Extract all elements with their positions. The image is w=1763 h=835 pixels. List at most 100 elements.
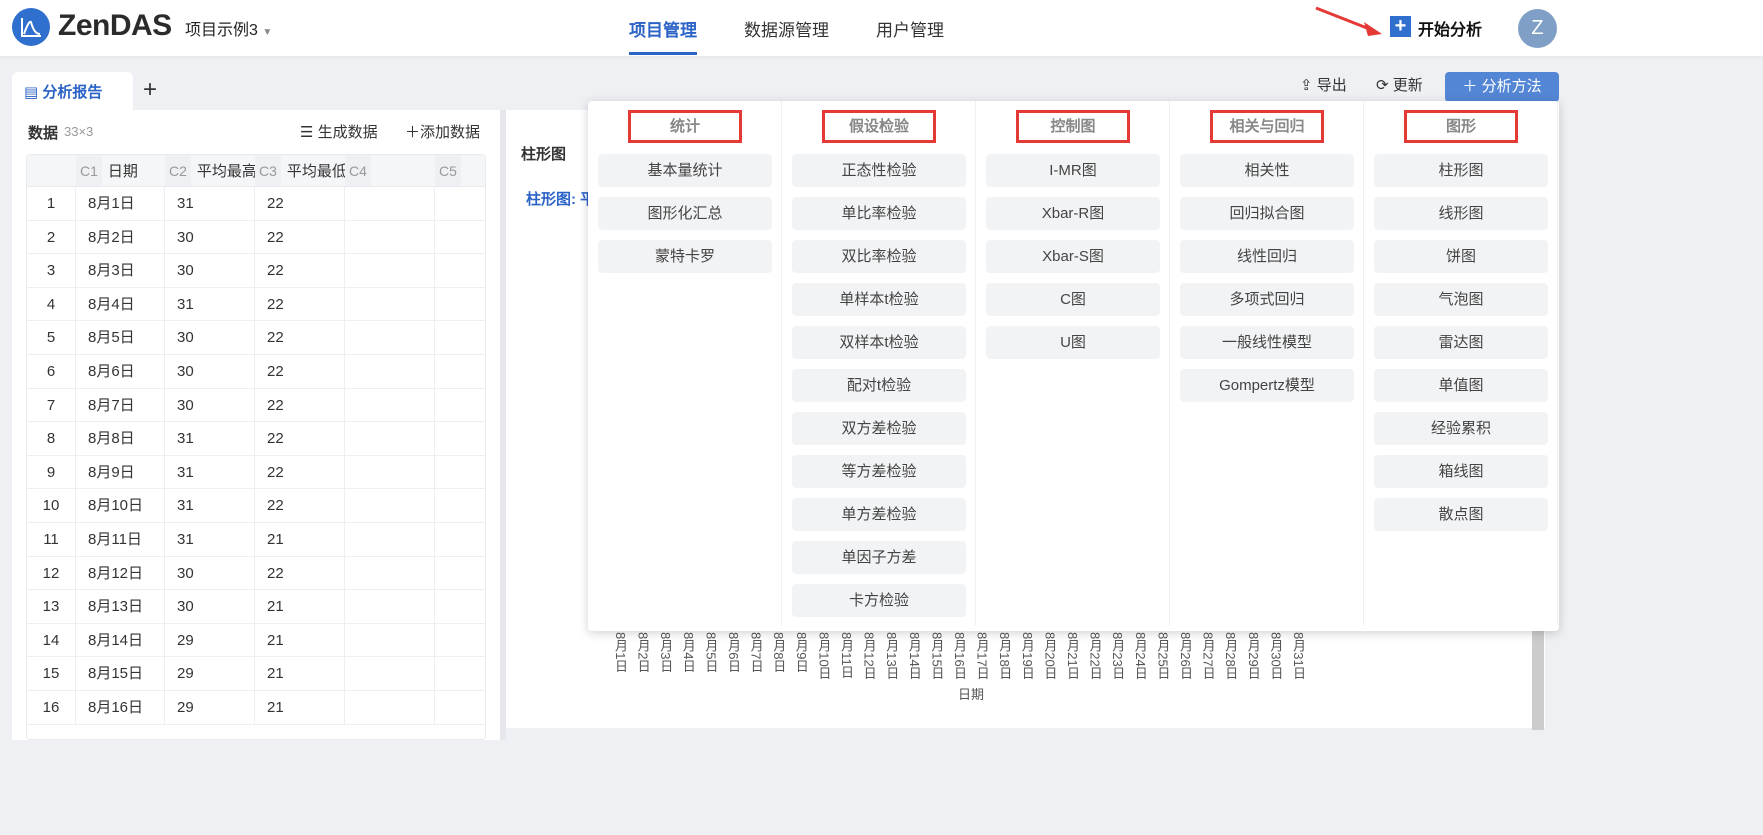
table-cell[interactable]: 8月5日 — [76, 321, 165, 355]
table-cell[interactable]: 21 — [255, 657, 345, 691]
table-cell[interactable]: 30 — [165, 254, 255, 288]
table-cell[interactable] — [345, 657, 435, 691]
menu-item[interactable]: 图形化汇总 — [598, 197, 772, 230]
table-cell[interactable]: 8月15日 — [76, 657, 165, 691]
table-cell[interactable]: 8月7日 — [76, 388, 165, 423]
table-cell[interactable] — [435, 624, 485, 658]
table-cell[interactable]: 8月13日 — [76, 590, 165, 624]
table-cell[interactable] — [435, 254, 485, 288]
table-cell[interactable] — [345, 422, 435, 456]
table-cell[interactable]: 30 — [165, 321, 255, 355]
table-cell[interactable]: 29 — [165, 657, 255, 691]
table-cell[interactable] — [345, 489, 435, 523]
table-cell[interactable]: 30 — [165, 355, 255, 389]
column-header[interactable]: C1 日期 — [76, 155, 165, 187]
table-cell[interactable]: 22 — [255, 489, 345, 523]
table-cell[interactable] — [435, 355, 485, 389]
table-cell[interactable] — [435, 456, 485, 490]
table-cell[interactable]: 8月1日 — [76, 187, 165, 221]
add-tab-button[interactable]: + — [143, 76, 157, 104]
table-cell[interactable]: 21 — [255, 590, 345, 624]
table-cell[interactable] — [435, 691, 485, 725]
menu-item[interactable]: Xbar-S图 — [986, 240, 1160, 273]
table-cell[interactable]: 30 — [165, 590, 255, 624]
table-cell[interactable] — [345, 321, 435, 355]
table-cell[interactable]: 22 — [255, 556, 345, 591]
table-cell[interactable] — [345, 254, 435, 288]
table-cell[interactable]: 22 — [255, 388, 345, 423]
column-header[interactable]: C2 平均最高 — [165, 155, 255, 187]
table-cell[interactable]: 31 — [165, 455, 255, 490]
column-header[interactable]: C5 — [435, 155, 485, 187]
tab-analysis-report[interactable]: ▤ 分析报告 — [12, 72, 133, 112]
table-cell[interactable]: 31 — [165, 422, 255, 456]
table-cell[interactable] — [435, 523, 485, 557]
table-cell[interactable] — [345, 523, 435, 557]
menu-item[interactable]: 基本量统计 — [598, 154, 772, 187]
menu-item[interactable]: 配对t检验 — [792, 369, 966, 402]
menu-item[interactable]: 单比率检验 — [792, 197, 966, 230]
menu-item[interactable]: 蒙特卡罗 — [598, 240, 772, 273]
table-cell[interactable] — [345, 691, 435, 725]
table-cell[interactable]: 8月14日 — [76, 623, 165, 658]
table-cell[interactable] — [345, 590, 435, 624]
table-cell[interactable] — [435, 657, 485, 691]
table-cell[interactable]: 8月4日 — [76, 287, 165, 322]
refresh-button[interactable]: ⟳ 更新 — [1376, 74, 1423, 95]
menu-item[interactable]: 饼图 — [1374, 240, 1548, 273]
menu-item[interactable]: 正态性检验 — [792, 154, 966, 187]
menu-item[interactable]: Xbar-R图 — [986, 197, 1160, 230]
table-cell[interactable]: 22 — [255, 254, 345, 288]
menu-item[interactable]: 雷达图 — [1374, 326, 1548, 359]
table-cell[interactable] — [435, 389, 485, 423]
table-cell[interactable]: 8月11日 — [76, 523, 165, 557]
table-cell[interactable]: 31 — [165, 523, 255, 557]
column-header[interactable]: C4 — [345, 155, 435, 187]
table-cell[interactable]: 22 — [255, 455, 345, 490]
column-header[interactable]: C3 平均最低 — [255, 155, 345, 187]
menu-item[interactable]: 线性回归 — [1180, 240, 1354, 273]
table-cell[interactable]: 8月16日 — [76, 691, 165, 725]
table-cell[interactable] — [435, 187, 485, 221]
table-cell[interactable] — [345, 187, 435, 221]
nav-user-management[interactable]: 用户管理 — [876, 16, 944, 41]
menu-item[interactable]: I-MR图 — [986, 154, 1160, 187]
table-cell[interactable]: 21 — [255, 691, 345, 725]
menu-item[interactable]: 柱形图 — [1374, 154, 1548, 187]
project-selector[interactable]: 项目示例3 ▼ — [185, 16, 272, 40]
table-cell[interactable]: 22 — [255, 422, 345, 456]
menu-item[interactable]: 多项式回归 — [1180, 283, 1354, 316]
table-cell[interactable] — [345, 355, 435, 389]
table-cell[interactable] — [435, 422, 485, 456]
start-analysis-button[interactable]: 开始分析 — [1418, 16, 1482, 40]
table-cell[interactable]: 22 — [255, 220, 345, 255]
menu-item[interactable]: 卡方检验 — [792, 584, 966, 617]
table-cell[interactable]: 8月3日 — [76, 254, 165, 288]
table-cell[interactable] — [435, 221, 485, 255]
table-cell[interactable]: 8月8日 — [76, 422, 165, 456]
menu-item[interactable]: 散点图 — [1374, 498, 1548, 531]
menu-item[interactable]: 双方差检验 — [792, 412, 966, 445]
table-cell[interactable]: 30 — [165, 556, 255, 591]
generate-data-button[interactable]: ☰ 生成数据 — [300, 121, 378, 142]
table-cell[interactable]: 21 — [255, 623, 345, 658]
menu-item[interactable]: 气泡图 — [1374, 283, 1548, 316]
menu-item[interactable]: U图 — [986, 326, 1160, 359]
table-cell[interactable] — [345, 220, 435, 255]
table-cell[interactable]: 22 — [255, 187, 345, 221]
menu-item[interactable]: 相关性 — [1180, 154, 1354, 187]
table-cell[interactable]: 21 — [255, 523, 345, 557]
menu-item[interactable]: 单样本t检验 — [792, 283, 966, 316]
menu-item[interactable]: 单方差检验 — [792, 498, 966, 531]
menu-item[interactable]: 双比率检验 — [792, 240, 966, 273]
table-cell[interactable] — [345, 388, 435, 423]
table-cell[interactable] — [435, 288, 485, 322]
nav-datasource-management[interactable]: 数据源管理 — [744, 16, 829, 41]
menu-item[interactable]: 回归拟合图 — [1180, 197, 1354, 230]
table-cell[interactable]: 8月12日 — [76, 556, 165, 591]
table-cell[interactable]: 22 — [255, 355, 345, 389]
table-cell[interactable] — [345, 556, 435, 591]
table-cell[interactable]: 8月10日 — [76, 489, 165, 523]
table-cell[interactable]: 29 — [165, 623, 255, 658]
avatar[interactable]: Z — [1518, 9, 1557, 48]
